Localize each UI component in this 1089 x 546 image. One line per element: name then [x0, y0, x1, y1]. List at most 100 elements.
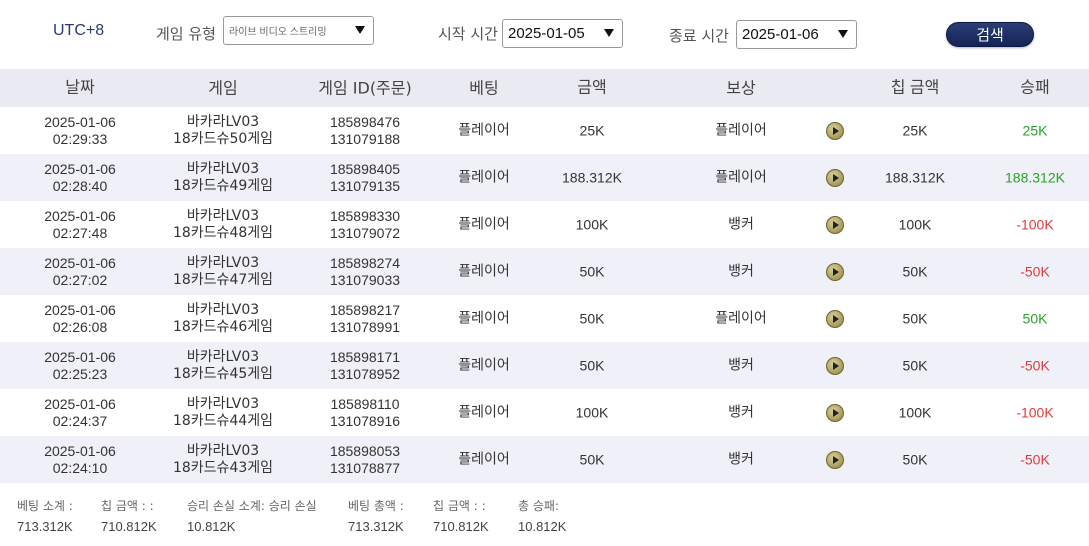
header-date[interactable]: 날짜 [0, 80, 160, 97]
row-chip-amount: 100K [898, 216, 932, 232]
search-button[interactable]: 검색 [946, 22, 1034, 47]
game-type-select[interactable]: 라이브 비디오 스트리밍 [223, 16, 374, 45]
row-reward: 뱅커 [728, 357, 754, 373]
header-game[interactable]: 게임 [148, 80, 298, 97]
row-game-id: 185898405 131079135 [290, 161, 440, 195]
table-row[interactable]: 2025-01-06 02:24:10 바카라LV03 18카드슈43게임 185898… [0, 436, 1089, 483]
row-order-id: 131078991 [329, 318, 401, 335]
row-order-id: 131079188 [329, 130, 401, 147]
row-game-round: 18카드슈46게임 [172, 318, 274, 335]
row-game-id-primary: 185898217 [329, 301, 401, 318]
play-icon[interactable] [826, 356, 844, 375]
row-reward: 뱅커 [728, 263, 754, 279]
row-game: 바카라LV03 18카드슈49게임 [148, 161, 298, 195]
row-date-time: 02:24:10 [52, 459, 108, 476]
table-row[interactable]: 2025-01-06 02:27:02 바카라LV03 18카드슈47게임 185898… [0, 248, 1089, 295]
start-time-value: 2025-01-05 [508, 25, 585, 42]
replay-button[interactable] [825, 168, 845, 187]
replay-button[interactable] [825, 450, 845, 469]
play-icon[interactable] [826, 450, 844, 469]
replay-button[interactable] [825, 262, 845, 281]
table-row[interactable]: 2025-01-06 02:28:40 바카라LV03 18카드슈49게임 185898… [0, 154, 1089, 201]
row-game-id: 185898274 131079033 [290, 255, 440, 289]
replay-button[interactable] [825, 356, 845, 375]
row-date-day: 2025-01-06 [44, 442, 116, 459]
play-icon[interactable] [826, 309, 844, 328]
replay-button[interactable] [825, 215, 845, 234]
row-game-table: 바카라LV03 [186, 207, 260, 224]
row-chip-amount: 50K [902, 451, 928, 467]
bet-history-table: 날짜 게임 게임 ID(주문) 베팅 금액 보상 칩 금액 승패 2025-01… [0, 69, 1089, 483]
row-game-round: 18카드슈44게임 [172, 412, 274, 429]
row-date: 2025-01-06 02:27:48 [0, 208, 160, 242]
play-icon[interactable] [826, 215, 844, 234]
end-time-label: 종료 시간 [669, 27, 729, 45]
replay-button[interactable] [825, 309, 845, 328]
row-date-day: 2025-01-06 [44, 113, 116, 130]
row-order-id: 131078952 [329, 365, 401, 382]
row-game-id-primary: 185898110 [330, 395, 400, 412]
row-date: 2025-01-06 02:29:33 [0, 114, 160, 148]
row-game: 바카라LV03 18카드슈45게임 [148, 349, 298, 383]
table-row[interactable]: 2025-01-06 02:24:37 바카라LV03 18카드슈44게임 185898… [0, 389, 1089, 436]
row-date: 2025-01-06 02:27:02 [0, 255, 160, 289]
summary-bet-total-value: 713.312K [348, 519, 404, 534]
row-date-time: 02:26:08 [52, 318, 108, 335]
row-game: 바카라LV03 18카드슈46게임 [148, 302, 298, 336]
row-order-id: 131078916 [329, 412, 401, 429]
row-chip-amount: 188.312K [885, 169, 945, 185]
end-time-select[interactable]: 2025-01-06 [736, 20, 857, 49]
table-row[interactable]: 2025-01-06 02:25:23 바카라LV03 18카드슈45게임 185898… [0, 342, 1089, 389]
row-amount: 50K [579, 310, 605, 326]
row-amount: 25K [579, 122, 605, 138]
row-amount: 100K [575, 216, 609, 232]
row-win-loss: 50K [1022, 310, 1048, 326]
summary-chip-subtotal-value: 710.812K [101, 519, 157, 534]
row-game: 바카라LV03 18카드슈44게임 [148, 396, 298, 430]
row-chip-amount: 50K [902, 357, 928, 373]
row-game: 바카라LV03 18카드슈50게임 [148, 114, 298, 148]
play-icon[interactable] [826, 168, 844, 187]
row-game-id: 185898110 131078916 [290, 396, 440, 430]
replay-button[interactable] [825, 121, 845, 140]
row-game-round: 18카드슈49게임 [172, 177, 274, 194]
start-time-select[interactable]: 2025-01-05 [502, 19, 623, 48]
row-game-id-primary: 185898171 [329, 348, 401, 365]
chevron-down-icon [604, 29, 614, 37]
row-game-table: 바카라LV03 [186, 301, 260, 318]
row-order-id: 131079135 [329, 177, 401, 194]
table-row[interactable]: 2025-01-06 02:27:48 바카라LV03 18카드슈48게임 185898… [0, 201, 1089, 248]
row-game-table: 바카라LV03 [186, 395, 260, 412]
header-chip-amount[interactable]: 칩 금액 [855, 80, 975, 97]
row-amount: 100K [575, 404, 609, 420]
row-order-id: 131079033 [329, 271, 401, 288]
table-row[interactable]: 2025-01-06 02:29:33 바카라LV03 18카드슈50게임 185898… [0, 107, 1089, 154]
replay-button[interactable] [825, 403, 845, 422]
header-game-id[interactable]: 게임 ID(주문) [290, 80, 440, 97]
play-icon[interactable] [826, 121, 844, 140]
summary-bet-subtotal-label: 베팅 소계 : [17, 499, 73, 513]
row-game-id: 185898476 131079188 [290, 114, 440, 148]
row-win-loss: -50K [1020, 263, 1050, 279]
row-game-table: 바카라LV03 [186, 442, 260, 459]
row-date-time: 02:28:40 [52, 177, 108, 194]
row-game-round: 18카드슈43게임 [172, 459, 274, 476]
row-date: 2025-01-06 02:24:10 [0, 443, 160, 477]
row-date-time: 02:27:48 [52, 224, 108, 241]
play-icon[interactable] [826, 403, 844, 422]
row-date: 2025-01-06 02:25:23 [0, 349, 160, 383]
row-date-day: 2025-01-06 [44, 348, 116, 365]
header-win-loss[interactable]: 승패 [980, 80, 1089, 97]
header-reward[interactable]: 보상 [680, 80, 802, 97]
row-date-day: 2025-01-06 [44, 160, 116, 177]
chevron-down-icon [838, 30, 848, 38]
timezone-label: UTC+8 [53, 22, 105, 39]
row-reward: 뱅커 [728, 451, 754, 467]
row-reward: 뱅커 [728, 404, 754, 420]
row-win-loss: -50K [1020, 357, 1050, 373]
header-amount[interactable]: 금액 [528, 80, 656, 97]
play-icon[interactable] [826, 262, 844, 281]
row-date-day: 2025-01-06 [44, 301, 116, 318]
row-amount: 50K [579, 451, 605, 467]
table-row[interactable]: 2025-01-06 02:26:08 바카라LV03 18카드슈46게임 185898… [0, 295, 1089, 342]
